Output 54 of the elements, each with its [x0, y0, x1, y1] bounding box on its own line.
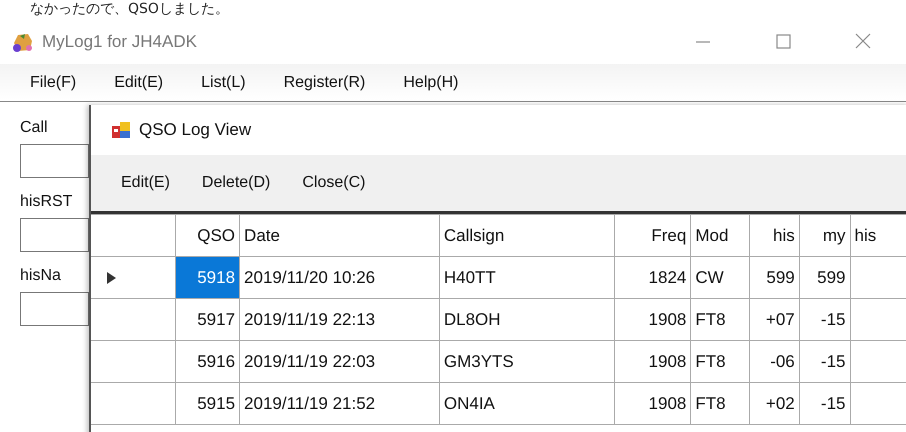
- table-cell: -15: [799, 340, 850, 382]
- menu-item[interactable]: Edit(E): [114, 70, 164, 94]
- table-cell: ON4IA: [439, 382, 614, 424]
- table-cell: +02: [750, 382, 800, 424]
- window-title: QSO Log View: [139, 119, 252, 142]
- menu-item[interactable]: Help(H): [403, 70, 458, 94]
- table-cell: 2019/11/19 22:03: [240, 340, 440, 382]
- table-cell: 1908: [614, 298, 691, 340]
- column-header[interactable]: his: [750, 214, 800, 256]
- table-cell: CW: [690, 256, 750, 298]
- field-label: hisRST: [20, 192, 74, 212]
- table-cell: 5915: [176, 382, 240, 424]
- window-icon: [111, 120, 131, 140]
- menu-item[interactable]: Register(R): [284, 70, 366, 94]
- table-cell: 5918: [176, 256, 240, 298]
- table-cell: 1824: [614, 256, 691, 298]
- caption-text: なかったので、QSOしました。: [29, 0, 230, 19]
- column-header[interactable]: his: [850, 214, 906, 256]
- menu-item[interactable]: Delete(D): [202, 171, 270, 195]
- table-cell: 599: [750, 256, 800, 298]
- table-cell: H40TT: [439, 256, 614, 298]
- menu-item[interactable]: Close(C): [302, 171, 366, 195]
- menu-item[interactable]: File(F): [30, 70, 76, 94]
- field-label: Call: [20, 118, 49, 138]
- input-field[interactable]: [20, 292, 89, 326]
- table-cell: -15: [799, 298, 850, 340]
- table-cell: 1908: [614, 340, 691, 382]
- table-cell: 2019/11/19 21:52: [240, 382, 440, 424]
- table-cell: GM3YTS: [439, 340, 614, 382]
- table-cell: 2019/11/19 22:13: [240, 298, 440, 340]
- table-cell: +07: [750, 298, 800, 340]
- table-cell: -06: [750, 340, 800, 382]
- window-title: MyLog1 for JH4ADK: [42, 31, 197, 54]
- column-header[interactable]: Date: [240, 214, 440, 256]
- column-header[interactable]: Callsign: [439, 214, 614, 256]
- column-header[interactable]: Mod: [690, 214, 750, 256]
- table-cell: FT8: [690, 298, 750, 340]
- table-cell: 2019/11/20 10:26: [240, 256, 440, 298]
- table-cell: -15: [799, 382, 850, 424]
- table-cell: FT8: [690, 340, 750, 382]
- menu-item[interactable]: List(L): [201, 70, 246, 94]
- column-header[interactable]: my: [799, 214, 850, 256]
- column-header[interactable]: Freq: [614, 214, 691, 256]
- field-label: hisNa: [20, 266, 62, 286]
- table-cell: 1908: [614, 382, 691, 424]
- input-field[interactable]: [20, 144, 89, 178]
- table-cell: 5916: [176, 340, 240, 382]
- table-cell: 599: [799, 256, 850, 298]
- app-icon: [12, 31, 34, 53]
- table-cell: FT8: [690, 382, 750, 424]
- table-cell: DL8OH: [439, 298, 614, 340]
- input-field[interactable]: [20, 218, 89, 252]
- menu-item[interactable]: Edit(E): [121, 171, 170, 195]
- table-cell: 5917: [176, 298, 240, 340]
